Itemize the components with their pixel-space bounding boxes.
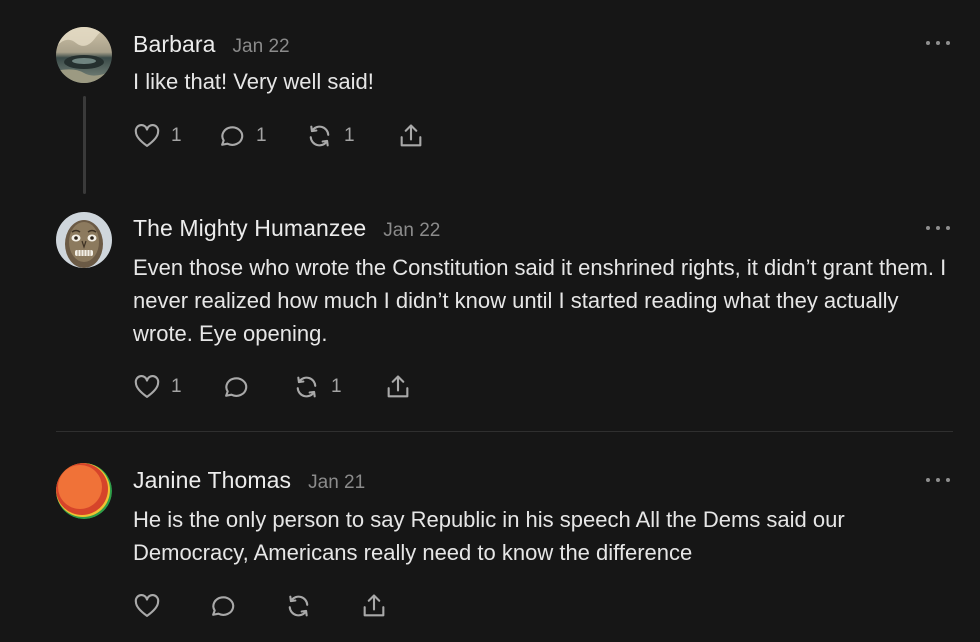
- avatar[interactable]: [56, 463, 112, 519]
- comment-thread: Barbara Jan 22 I like that! Very well sa…: [0, 0, 980, 642]
- like-button[interactable]: [133, 592, 171, 620]
- restack-arrows-icon: [309, 125, 330, 147]
- landscape-photo-avatar: [56, 27, 112, 83]
- share-button[interactable]: [360, 592, 388, 620]
- comment-date[interactable]: Jan 21: [308, 472, 365, 494]
- reply-button[interactable]: [208, 592, 247, 620]
- heart-icon: [134, 594, 160, 617]
- restack-count: 1: [331, 376, 342, 397]
- thread-connector-line: [83, 96, 86, 194]
- like-count: 1: [171, 376, 182, 397]
- more-dots-icon: [926, 478, 930, 482]
- avatar[interactable]: [56, 212, 112, 268]
- more-options-button[interactable]: [926, 221, 950, 235]
- share-button[interactable]: [397, 122, 425, 150]
- comment-text: I like that! Very well said!: [133, 69, 374, 94]
- speech-bubble-icon: [225, 377, 248, 397]
- more-options-button[interactable]: [926, 36, 950, 50]
- restack-button[interactable]: 1: [305, 122, 355, 150]
- share-upload-icon: [387, 375, 409, 398]
- comment-header: Janine Thomas Jan 21: [133, 467, 365, 494]
- restack-count: 1: [344, 125, 355, 146]
- more-dots-icon: [926, 41, 930, 45]
- comment-header: The Mighty Humanzee Jan 22: [133, 215, 440, 242]
- like-button[interactable]: 1: [133, 373, 182, 401]
- more-dots-icon: [926, 226, 930, 230]
- comment-date[interactable]: Jan 22: [233, 36, 290, 58]
- heart-icon: [134, 375, 160, 398]
- comment-date[interactable]: Jan 22: [383, 220, 440, 242]
- comment-divider: [56, 431, 953, 432]
- avatar[interactable]: [56, 27, 112, 83]
- reply-button[interactable]: [221, 373, 260, 401]
- orange-gradient-avatar: [56, 463, 112, 519]
- comment-text: Even those who wrote the Constitution sa…: [133, 255, 947, 346]
- reply-button[interactable]: 1: [217, 122, 267, 150]
- carved-mask-avatar: [56, 212, 112, 268]
- restack-button[interactable]: [284, 592, 323, 620]
- restack-button[interactable]: 1: [292, 373, 342, 401]
- comment-header: Barbara Jan 22: [133, 31, 290, 58]
- share-button[interactable]: [384, 373, 412, 401]
- restack-arrows-icon: [288, 595, 309, 617]
- like-count: 1: [171, 125, 182, 146]
- more-options-button[interactable]: [926, 473, 950, 487]
- share-upload-icon: [400, 124, 422, 147]
- author-name[interactable]: The Mighty Humanzee: [133, 215, 366, 242]
- heart-icon: [134, 124, 160, 147]
- restack-arrows-icon: [296, 376, 317, 398]
- speech-bubble-icon: [221, 126, 244, 146]
- reply-count: 1: [256, 125, 267, 146]
- speech-bubble-icon: [212, 596, 235, 616]
- like-button[interactable]: 1: [133, 122, 182, 150]
- share-upload-icon: [363, 594, 385, 617]
- author-name[interactable]: Janine Thomas: [133, 467, 291, 494]
- author-name[interactable]: Barbara: [133, 31, 216, 58]
- comment-text: He is the only person to say Republic in…: [133, 507, 845, 565]
